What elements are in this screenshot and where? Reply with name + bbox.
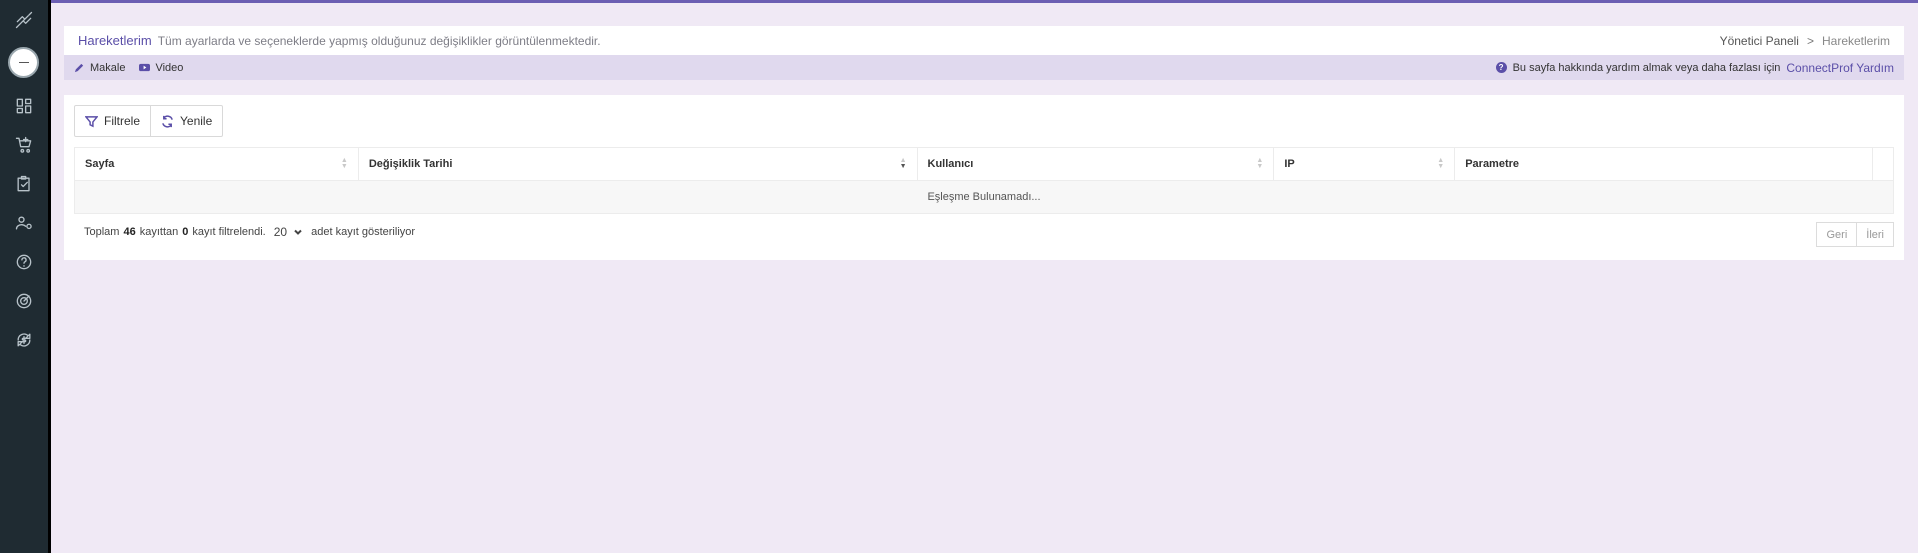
sort-desc-icon: ▲ ▼: [899, 157, 907, 170]
page-size-value: 20: [273, 225, 288, 239]
toolbar: Filtrele Yenile: [74, 105, 224, 137]
pencil-icon: [74, 63, 84, 73]
sort-icon: ▲ ▼: [1256, 157, 1264, 170]
help-info: ? Bu sayfa hakkında yardım almak veya da…: [1495, 61, 1894, 75]
column-header-change-date[interactable]: Değişiklik Tarihi ▲ ▼: [357, 147, 918, 181]
sort-icon: ▲ ▼: [1437, 157, 1445, 170]
table-info: Toplam 46 kayıttan 0 kayıt filtrelendi. …: [84, 225, 415, 239]
filter-button[interactable]: Filtrele: [75, 106, 150, 136]
help-bar: Makale Video ? Bu sayfa hakkında yardım …: [64, 55, 1904, 80]
total-count: 46: [123, 226, 136, 238]
column-label: IP: [1284, 158, 1295, 170]
page-size-select[interactable]: 20: [274, 225, 303, 239]
info-prefix: Toplam: [84, 226, 120, 238]
help-text: Bu sayfa hakkında yardım almak veya daha…: [1512, 61, 1781, 74]
column-header-user[interactable]: Kullanıcı ▲ ▼: [916, 147, 1275, 181]
sidebar: [0, 0, 51, 553]
column-header-page[interactable]: Sayfa ▲ ▼: [74, 147, 359, 181]
table-row: Eşleşme Bulunamadı...: [74, 180, 1894, 214]
video-link[interactable]: Video: [139, 62, 183, 74]
refresh-icon: [162, 114, 173, 128]
youtube-icon: [139, 63, 151, 72]
next-button[interactable]: İleri: [1856, 223, 1893, 246]
article-label: Makale: [90, 61, 126, 74]
sync-dollar-icon[interactable]: [12, 328, 36, 352]
article-link[interactable]: Makale: [74, 62, 125, 74]
breadcrumb-item-admin-panel[interactable]: Yönetici Paneli: [1720, 34, 1799, 48]
top-accent-bar: [51, 0, 1918, 3]
breadcrumb: Yönetici Paneli > Hareketlerim: [1720, 34, 1890, 48]
breadcrumb-separator: >: [1806, 33, 1814, 48]
activity-card: Filtrele Yenile Sayfa ▲ ▼ Değişiklik Tari…: [64, 95, 1904, 260]
page-header: Hareketlerim Tüm ayarlarda ve seçenekler…: [64, 26, 1904, 55]
sidebar-edge: [48, 0, 51, 553]
page-subtitle: Tüm ayarlarda ve seçeneklerde yapmış old…: [157, 33, 601, 48]
filter-label: Filtrele: [104, 114, 141, 128]
logo-icon[interactable]: [12, 8, 36, 32]
filtered-count: 0: [182, 226, 189, 238]
column-header-parameter[interactable]: Parametre: [1454, 147, 1873, 181]
table-header-row: Sayfa ▲ ▼ Değişiklik Tarihi ▲ ▼ Kullanıcı …: [74, 147, 1895, 181]
page-title: Hareketlerim: [78, 33, 152, 48]
cart-icon[interactable]: [12, 133, 36, 157]
radar-icon[interactable]: [12, 289, 36, 313]
clipboard-check-icon[interactable]: [12, 172, 36, 196]
refresh-label: Yenile: [180, 114, 213, 128]
help-link[interactable]: ConnectProf Yardım: [1786, 61, 1894, 75]
pagination: Geri İleri: [1816, 222, 1894, 247]
page-size-suffix: adet kayıt gösteriliyor: [311, 226, 416, 238]
info-mid: kayıttan: [139, 226, 179, 238]
column-header-actions: [1871, 147, 1895, 181]
filter-icon: [85, 115, 98, 127]
help-icon[interactable]: [12, 250, 36, 274]
avatar[interactable]: [8, 47, 39, 78]
empty-state-text: Eşleşme Bulunamadı...: [74, 180, 1894, 214]
breadcrumb-item-current: Hareketlerim: [1821, 33, 1890, 48]
column-label: Parametre: [1465, 158, 1520, 170]
user-settings-icon[interactable]: [12, 211, 36, 235]
sort-icon: ▲ ▼: [340, 157, 348, 170]
column-label: Değişiklik Tarihi: [368, 158, 453, 170]
chevron-down-icon: [294, 229, 302, 235]
column-label: Kullanıcı: [927, 158, 974, 170]
refresh-button[interactable]: Yenile: [150, 106, 222, 136]
activity-table: Sayfa ▲ ▼ Değişiklik Tarihi ▲ ▼ Kullanıcı …: [74, 147, 1895, 214]
column-header-ip[interactable]: IP ▲ ▼: [1273, 147, 1456, 181]
question-circle-icon: ?: [1495, 62, 1507, 73]
info-suffix: kayıt filtrelendi.: [192, 226, 266, 238]
video-label: Video: [155, 61, 184, 74]
prev-button[interactable]: Geri: [1817, 223, 1856, 246]
column-label: Sayfa: [85, 158, 115, 170]
dashboard-icon[interactable]: [12, 94, 36, 118]
